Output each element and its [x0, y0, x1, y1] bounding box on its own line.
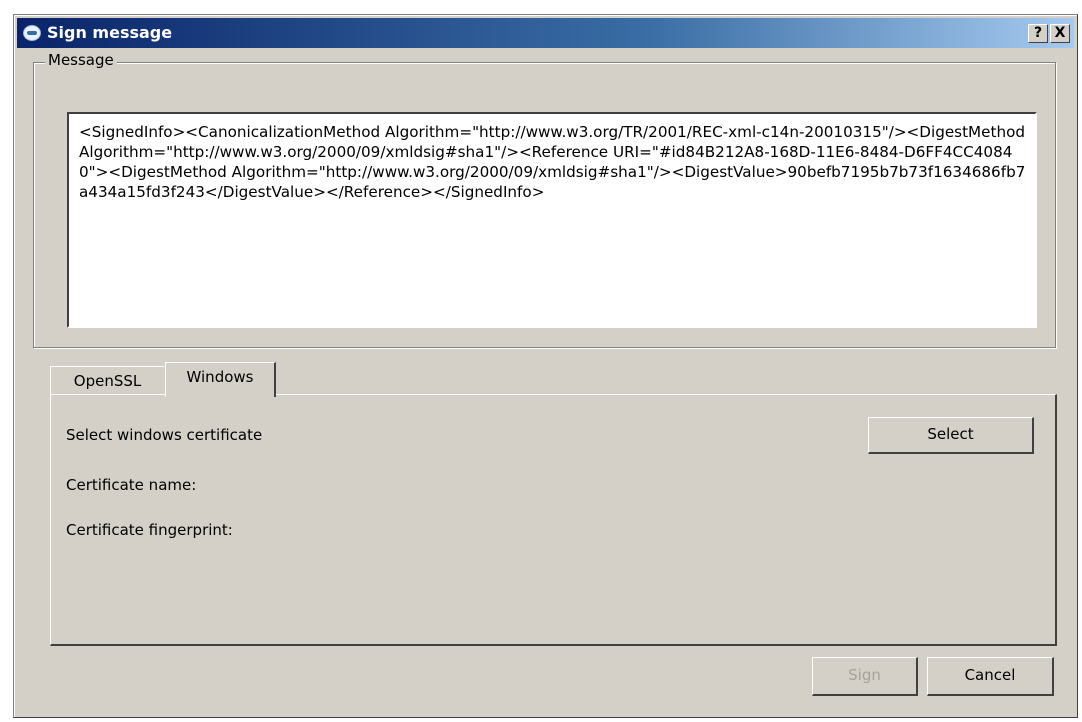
title-bar[interactable]: Sign message ? X: [17, 18, 1074, 48]
select-certificate-button[interactable]: Select: [868, 417, 1034, 454]
message-group-label: Message: [45, 51, 117, 69]
tab-windows[interactable]: Windows: [165, 362, 276, 397]
window-title: Sign message: [47, 23, 173, 42]
sign-button[interactable]: Sign: [812, 657, 918, 696]
background-top: [0, 0, 1082, 14]
app-icon: [23, 25, 41, 41]
tab-openssl[interactable]: OpenSSL: [50, 366, 164, 396]
close-button[interactable]: X: [1050, 24, 1070, 43]
message-textarea[interactable]: <SignedInfo><CanonicalizationMethod Algo…: [67, 112, 1037, 328]
select-certificate-label: Select windows certificate: [66, 426, 263, 444]
background-left: [0, 14, 13, 722]
help-button[interactable]: ?: [1028, 24, 1048, 43]
certificate-name-label: Certificate name:: [66, 476, 197, 494]
cancel-button[interactable]: Cancel: [927, 657, 1054, 696]
certificate-fingerprint-label: Certificate fingerprint:: [66, 521, 233, 539]
